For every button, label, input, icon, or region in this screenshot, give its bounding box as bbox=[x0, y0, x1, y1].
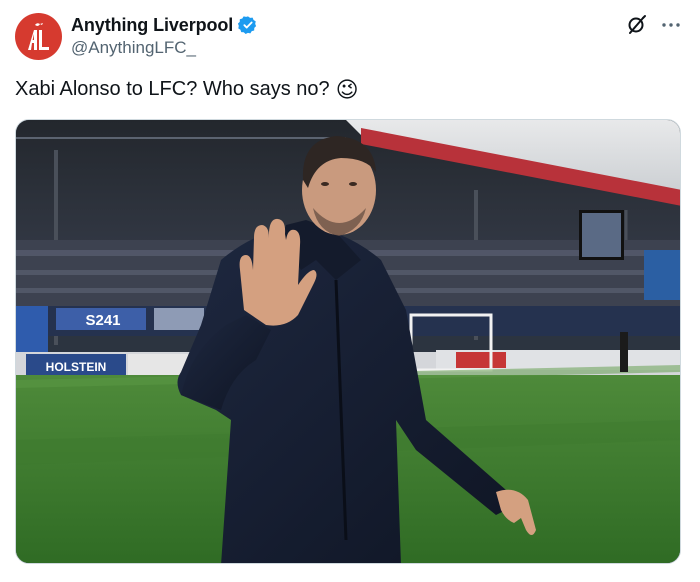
author-handle[interactable]: @AnythingLFC_ bbox=[71, 38, 196, 58]
avatar[interactable] bbox=[15, 13, 62, 60]
more-options-icon[interactable] bbox=[660, 14, 682, 36]
author-name-row: Anything Liverpool bbox=[71, 14, 258, 36]
display-name[interactable]: Anything Liverpool bbox=[71, 15, 233, 36]
verified-badge-icon bbox=[238, 15, 258, 35]
stadium-photo: S241 HOLSTEIN bbox=[16, 120, 680, 563]
winking-face-emoji: 😉 bbox=[335, 76, 359, 102]
anything-liverpool-logo-icon bbox=[27, 22, 49, 50]
ad-board-holstein: HOLSTEIN bbox=[46, 360, 107, 374]
tweet-actions bbox=[626, 14, 682, 36]
tweet-body: Xabi Alonso to LFC? Who says no? bbox=[15, 78, 330, 100]
tweet-text: Xabi Alonso to LFC? Who says no? 😉 bbox=[15, 78, 359, 101]
ad-board-s241: S241 bbox=[85, 312, 120, 329]
tweet-media-image[interactable]: S241 HOLSTEIN bbox=[15, 119, 681, 564]
grok-icon[interactable] bbox=[626, 14, 648, 36]
